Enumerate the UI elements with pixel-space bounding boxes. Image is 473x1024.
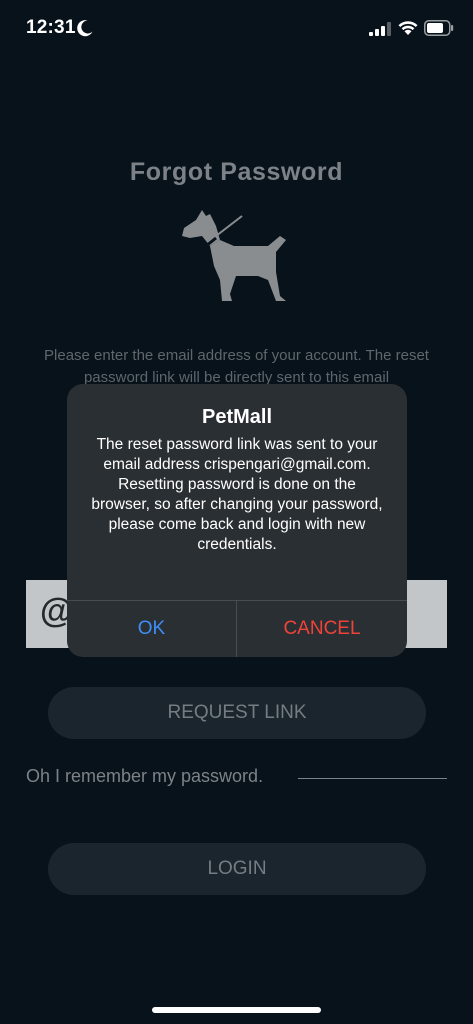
divider-line: [298, 778, 447, 779]
wifi-icon: [398, 21, 418, 35]
status-bar: 12:31: [0, 0, 473, 56]
moon-icon: [77, 20, 93, 37]
alert-dialog: PetMall The reset password link was sent…: [67, 384, 407, 657]
request-link-button[interactable]: REQUEST LINK: [48, 687, 426, 739]
signal-icon: [369, 22, 391, 36]
forgot-password-screen: 12:31 Forgot Password Please enter the e…: [0, 0, 473, 1024]
page-title: Forgot Password: [129, 158, 344, 186]
dog-icon: [182, 210, 286, 301]
alert-message: The reset password link was sent to your…: [91, 436, 383, 553]
alert-ok-button[interactable]: OK: [67, 601, 236, 657]
remember-password-row: Oh I remember my password.: [26, 766, 447, 790]
home-indicator[interactable]: [152, 1007, 321, 1013]
status-time: 12:31: [26, 17, 76, 38]
alert-cancel-button[interactable]: CANCEL: [237, 601, 407, 657]
login-button[interactable]: LOGIN: [48, 843, 426, 895]
remember-password-link[interactable]: Oh I remember my password.: [26, 766, 263, 787]
battery-icon: [424, 20, 454, 36]
alert-body: PetMall The reset password link was sent…: [67, 384, 407, 600]
alert-title: PetMall: [201, 406, 273, 428]
page-description: Please enter the email address of your a…: [44, 347, 429, 386]
